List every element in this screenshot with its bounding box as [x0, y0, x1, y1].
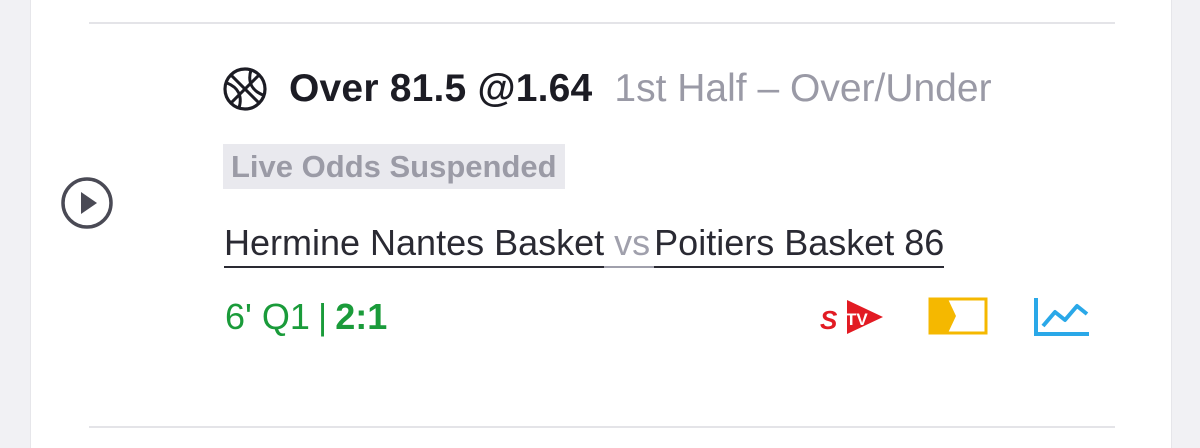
bet-selection: Over 81.5 @1.64 — [289, 67, 593, 110]
match-link[interactable]: Hermine Nantes Basket vs Poitiers Basket… — [224, 222, 945, 268]
stats-chart-icon[interactable] — [1031, 294, 1093, 340]
play-circle-icon — [61, 177, 113, 229]
live-score: 2:1 — [335, 296, 388, 337]
bet-market: 1st Half – Over/Under — [614, 67, 992, 110]
home-team[interactable]: Hermine Nantes Basket — [224, 222, 605, 268]
match-time: 6' Q1 — [225, 296, 310, 337]
bet-title-row: Over 81.5 @1.64 1st Half – Over/Under — [221, 64, 992, 114]
bet-card: Over 81.5 @1.64 1st Half – Over/Under Li… — [30, 0, 1172, 448]
bottom-divider — [89, 426, 1115, 428]
basketball-icon — [223, 67, 267, 111]
stv-icon[interactable]: S TV — [817, 294, 887, 340]
play-button[interactable] — [59, 175, 115, 231]
live-status: 6' Q1 | 2:1 — [225, 294, 387, 340]
video-icon[interactable] — [928, 296, 988, 336]
top-divider — [89, 22, 1115, 24]
away-team[interactable]: Poitiers Basket 86 — [654, 222, 945, 268]
svg-text:S: S — [820, 305, 838, 335]
status-separator: | — [317, 296, 328, 337]
status-badge: Live Odds Suspended — [223, 144, 565, 189]
svg-text:TV: TV — [846, 310, 868, 329]
versus-label: vs — [604, 222, 655, 268]
